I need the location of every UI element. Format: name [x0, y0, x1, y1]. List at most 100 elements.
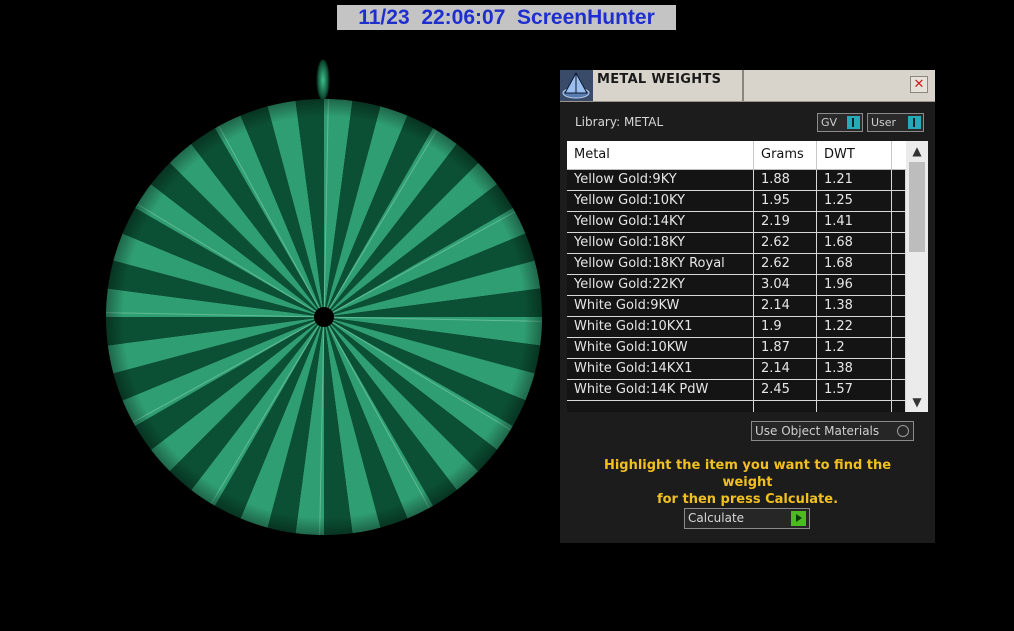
pendant-render: [106, 59, 542, 535]
metal-cell: White Gold:14K PdW: [567, 380, 754, 400]
user-library-toggle[interactable]: User: [867, 113, 924, 132]
grams-cell: [754, 401, 817, 412]
empty-cell: [892, 254, 906, 274]
table-row[interactable]: White Gold:14K PdW 2.45 1.57: [567, 380, 906, 401]
table-row[interactable]: Yellow Gold:10KY 1.95 1.25: [567, 191, 906, 212]
play-arrow-icon: [791, 511, 806, 526]
instruction-line-2: for then press Calculate.: [656, 492, 839, 507]
table-row[interactable]: White Gold:10KW 1.87 1.2: [567, 338, 906, 359]
dwt-cell: 1.38: [817, 296, 892, 316]
table-scrollbar[interactable]: ▲ ▼: [906, 141, 928, 412]
metal-cell: Yellow Gold:22KY: [567, 275, 754, 295]
metal-cell: Yellow Gold:14KY: [567, 212, 754, 232]
table-row[interactable]: Yellow Gold:18KY Royal 2.62 1.68: [567, 254, 906, 275]
dwt-cell: 1.68: [817, 254, 892, 274]
close-icon: ✕: [913, 77, 925, 92]
column-header-grams[interactable]: Grams: [754, 141, 817, 169]
metal-cell: [567, 401, 754, 412]
empty-cell: [892, 380, 906, 400]
metal-cell: White Gold:10KX1: [567, 317, 754, 337]
table-row[interactable]: Yellow Gold:22KY 3.04 1.96: [567, 275, 906, 296]
dwt-cell: 1.38: [817, 359, 892, 379]
grams-cell: 1.9: [754, 317, 817, 337]
dwt-cell: 1.68: [817, 233, 892, 253]
dwt-cell: 1.21: [817, 170, 892, 190]
scroll-thumb[interactable]: [909, 162, 925, 252]
grams-cell: 1.87: [754, 338, 817, 358]
use-object-materials-label: Use Object Materials: [755, 424, 880, 438]
toggle-switch-icon: [908, 116, 921, 129]
banner-app-name: ScreenHunter: [517, 6, 655, 29]
metal-cell: Yellow Gold:18KY Royal: [567, 254, 754, 274]
gv-library-toggle[interactable]: GV: [817, 113, 863, 132]
dwt-cell: [817, 401, 892, 412]
grams-cell: 2.62: [754, 233, 817, 253]
banner-time: 22:06:07: [421, 6, 506, 29]
dwt-cell: 1.25: [817, 191, 892, 211]
grams-cell: 3.04: [754, 275, 817, 295]
banner-date: 11/23: [358, 6, 410, 29]
table-header: Metal Grams DWT: [567, 141, 906, 170]
metal-cell: White Gold:10KW: [567, 338, 754, 358]
dwt-cell: 1.96: [817, 275, 892, 295]
metal-cell: Yellow Gold:9KY: [567, 170, 754, 190]
dwt-cell: 1.22: [817, 317, 892, 337]
grams-cell: 2.62: [754, 254, 817, 274]
grams-cell: 2.14: [754, 359, 817, 379]
grams-cell: 1.95: [754, 191, 817, 211]
scroll-down-icon[interactable]: ▼: [906, 392, 928, 412]
calculate-button[interactable]: Calculate: [684, 508, 810, 529]
metal-cell: Yellow Gold:18KY: [567, 233, 754, 253]
instruction-text: Highlight the item you want to find the …: [580, 457, 915, 508]
pendant-center-hole: [314, 307, 334, 327]
panel-title-bar[interactable]: METAL WEIGHTS ✕: [560, 70, 935, 102]
empty-cell: [892, 296, 906, 316]
screenhunter-banner: 11/23 22:06:07 ScreenHunter: [337, 5, 676, 30]
dwt-cell: 1.2: [817, 338, 892, 358]
table-row[interactable]: Yellow Gold:18KY 2.62 1.68: [567, 233, 906, 254]
pendant-bail: [316, 59, 330, 101]
pyramid-logo-icon: [560, 70, 593, 101]
3d-viewport[interactable]: [100, 55, 550, 545]
table-row[interactable]: White Gold:14KX1 2.14 1.38: [567, 359, 906, 380]
empty-cell: [892, 317, 906, 337]
empty-cell: [892, 170, 906, 190]
instruction-line-1: Highlight the item you want to find the …: [603, 458, 892, 490]
table-row[interactable]: White Gold:10KX1 1.9 1.22: [567, 317, 906, 338]
scroll-up-icon[interactable]: ▲: [906, 141, 928, 161]
user-toggle-label: User: [871, 116, 897, 129]
grams-cell: 2.14: [754, 296, 817, 316]
dwt-cell: 1.57: [817, 380, 892, 400]
table-row-partial[interactable]: [567, 401, 906, 412]
panel-title: METAL WEIGHTS: [597, 72, 722, 87]
metal-cell: Yellow Gold:10KY: [567, 191, 754, 211]
table-row[interactable]: Yellow Gold:14KY 2.19 1.41: [567, 212, 906, 233]
use-object-materials-option[interactable]: Use Object Materials: [751, 421, 914, 441]
calculate-label: Calculate: [688, 511, 745, 525]
gv-toggle-label: GV: [821, 116, 838, 129]
table-row[interactable]: White Gold:9KW 2.14 1.38: [567, 296, 906, 317]
grams-cell: 2.19: [754, 212, 817, 232]
empty-cell: [892, 275, 906, 295]
library-label: Library: METAL: [575, 115, 664, 129]
empty-cell: [892, 359, 906, 379]
radio-icon: [897, 425, 909, 437]
dwt-cell: 1.41: [817, 212, 892, 232]
metal-weights-panel: METAL WEIGHTS ✕ Library: METAL GV User M…: [560, 70, 935, 543]
table-row[interactable]: Yellow Gold:9KY 1.88 1.21: [567, 170, 906, 191]
empty-cell: [892, 401, 906, 412]
empty-cell: [892, 338, 906, 358]
title-divider: [742, 70, 744, 101]
empty-cell: [892, 191, 906, 211]
grams-cell: 2.45: [754, 380, 817, 400]
empty-cell: [892, 233, 906, 253]
metal-cell: White Gold:14KX1: [567, 359, 754, 379]
grams-cell: 1.88: [754, 170, 817, 190]
column-header-dwt[interactable]: DWT: [817, 141, 892, 169]
close-button[interactable]: ✕: [910, 76, 928, 93]
empty-cell: [892, 212, 906, 232]
table-rows: Yellow Gold:9KY 1.88 1.21 Yellow Gold:10KY…: [567, 170, 906, 412]
toggle-switch-icon: [847, 116, 860, 129]
metal-table[interactable]: Metal Grams DWT Yellow Gold:9KY 1.88 1.21 …: [567, 141, 928, 412]
column-header-metal[interactable]: Metal: [567, 141, 754, 169]
